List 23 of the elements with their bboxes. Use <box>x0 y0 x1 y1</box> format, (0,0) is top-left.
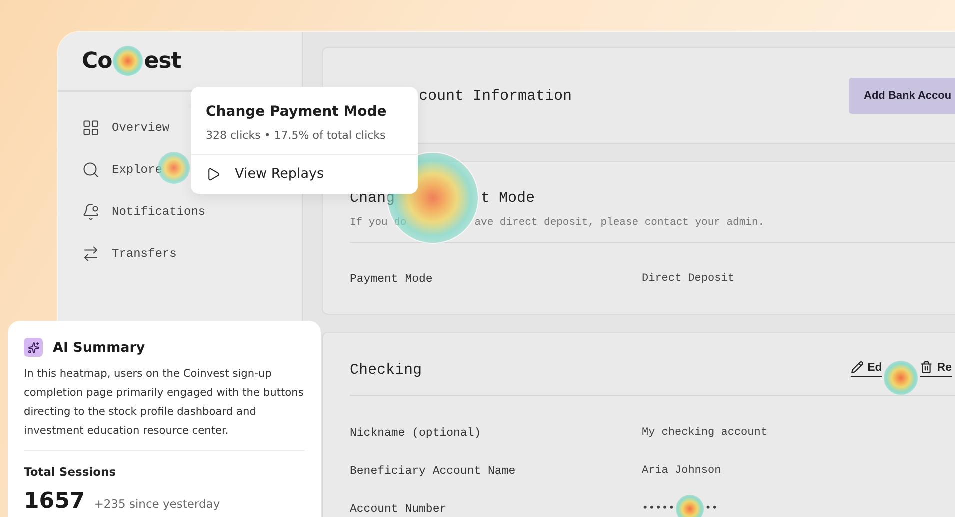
field-value: Direct Deposit <box>642 273 734 285</box>
logo: Co <box>82 48 112 74</box>
card-title: count Information <box>419 88 572 104</box>
field-label: Beneficiary Account Name <box>350 464 517 478</box>
card-note: ave direct deposit, please contact your admin. <box>474 217 765 229</box>
sessions-change: +235 since yesterday <box>94 497 220 511</box>
card-note: If you do <box>350 217 407 229</box>
field-value: ••••• <box>642 503 676 515</box>
sessions-value: 1657 <box>24 489 86 514</box>
card-title: Checking <box>350 362 422 378</box>
field-label: Nickname (optional) <box>350 426 482 440</box>
field-label: Payment Mode <box>350 272 434 286</box>
card-title: t Mode <box>481 190 536 207</box>
field-value: My checking account <box>642 427 768 439</box>
field-value: •• <box>705 503 718 515</box>
field-value: Aria Johnson <box>642 465 722 477</box>
sessions-label: Total Sessions <box>24 465 118 479</box>
tooltip-stats: 328 clicks • 17.5% of total clicks <box>206 129 387 142</box>
summary-title: AI Summary <box>53 340 146 356</box>
tooltip-title: Change Payment Mode <box>206 104 388 120</box>
logo: est <box>144 48 182 74</box>
summary-text: In this heatmap, users on the Coinvest sign-up completion page primarily engaged with the buttons directing to the stock profile dashboard and investment education resource center. <box>24 365 305 451</box>
field-label: Account Number <box>350 502 448 516</box>
